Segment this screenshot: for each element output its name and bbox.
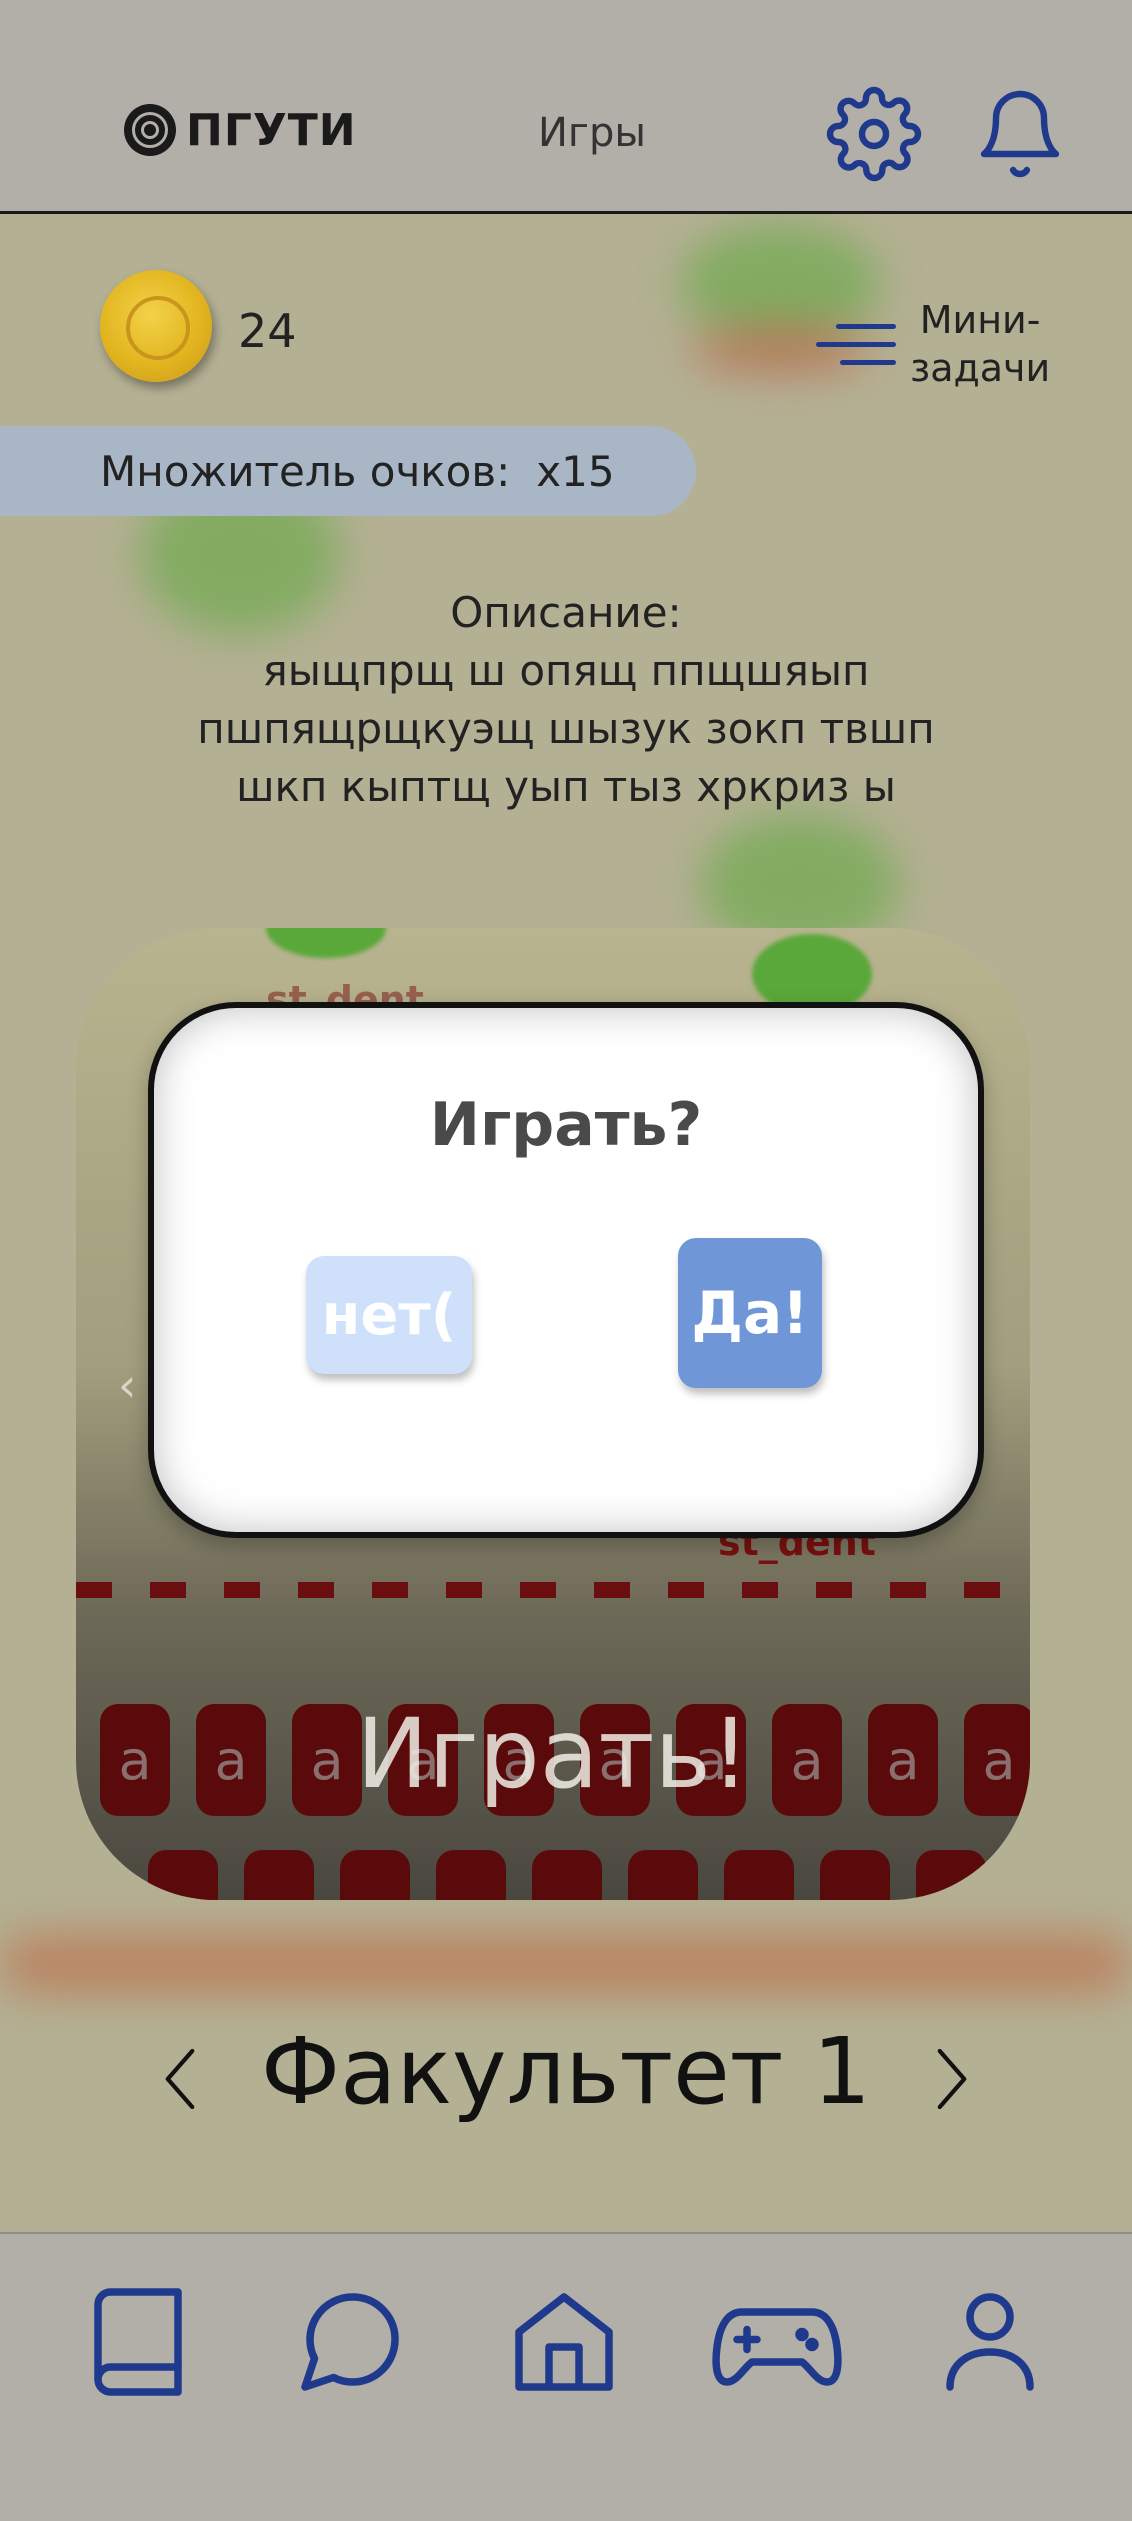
game-description: Описание: яыщпрщ ш опящ ппщшяып пшпящрщк…: [80, 584, 1052, 816]
play-label[interactable]: Играть!: [76, 1698, 1030, 1810]
score-multiplier-badge: Множитель очков: x15: [0, 426, 696, 516]
gold-coin-icon: [100, 270, 212, 382]
key-tile: [916, 1850, 986, 1900]
no-button[interactable]: нет(: [306, 1256, 472, 1374]
settings-gear-icon[interactable]: [826, 86, 922, 182]
chevron-left-icon[interactable]: ‹: [118, 1358, 136, 1412]
notification-bell-icon[interactable]: [972, 86, 1068, 182]
home-icon[interactable]: [504, 2282, 624, 2402]
key-tile: [340, 1850, 410, 1900]
profile-icon[interactable]: [930, 2282, 1050, 2402]
page-title: Игры: [538, 110, 646, 156]
key-tile: [628, 1850, 698, 1900]
bottom-navigation: [0, 2232, 1132, 2521]
multiplier-label: Множитель очков:: [100, 446, 511, 496]
description-heading: Описание:: [450, 588, 682, 637]
key-tile: [724, 1850, 794, 1900]
menu-lines-icon: [816, 314, 896, 374]
key-tile: [820, 1850, 890, 1900]
dashed-divider: [76, 1582, 1030, 1598]
faculty-selector: Факультет 1: [0, 2010, 1132, 2140]
key-tile: [244, 1850, 314, 1900]
description-line: шкп кыптщ уып тыз хркриз ы: [236, 762, 896, 811]
top-app-bar: ПГУТИ Игры: [0, 0, 1132, 214]
dialog-title: Играть?: [429, 1090, 703, 1160]
key-tile: [148, 1850, 218, 1900]
faculty-name: Факультет 1: [260, 2018, 872, 2125]
logo-text: ПГУТИ: [186, 104, 357, 156]
key-tile: [532, 1850, 602, 1900]
book-icon[interactable]: [78, 2282, 198, 2402]
play-confirm-dialog: Играть? нет( Да!: [148, 1002, 984, 1538]
multiplier-value: x15: [536, 446, 615, 496]
yes-button[interactable]: Да!: [678, 1238, 822, 1388]
logo-mark-icon: [124, 104, 176, 156]
description-line: пшпящрщкуэщ шызук зокп твшп: [197, 704, 935, 753]
mini-tasks-button[interactable]: Мини- задачи: [816, 296, 1050, 392]
description-line: яыщпрщ ш опящ ппщшяып: [262, 646, 870, 695]
chat-icon[interactable]: [290, 2282, 410, 2402]
mini-tasks-label: Мини- задачи: [910, 298, 1051, 390]
coin-count: 24: [238, 304, 297, 358]
key-tile: [436, 1850, 506, 1900]
chevron-right-icon[interactable]: [922, 2044, 982, 2114]
key-row: [148, 1850, 986, 1900]
university-logo[interactable]: ПГУТИ: [124, 104, 357, 156]
gamepad-icon[interactable]: [706, 2282, 848, 2402]
frog-character-image: [266, 928, 386, 958]
